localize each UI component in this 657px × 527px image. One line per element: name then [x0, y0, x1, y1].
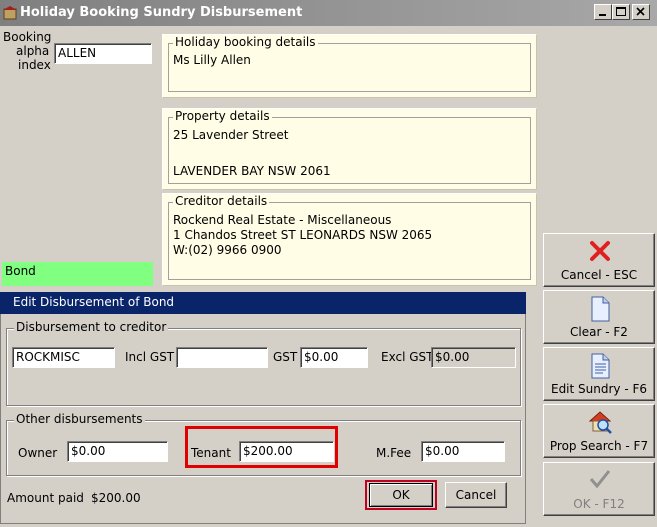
creditor-panel: Creditor details Rockend Real Estate - M…	[162, 193, 537, 286]
property-panel: Property details 25 Lavender Street LAVE…	[162, 108, 537, 190]
app-icon	[3, 6, 17, 20]
blank-document-icon	[591, 296, 610, 322]
title-bar: Holiday Booking Sundry Disbursement	[0, 0, 657, 26]
holiday-booking-group	[168, 43, 531, 92]
amount-paid-label: Amount paid	[7, 491, 84, 505]
mfee-input[interactable]: $0.00	[421, 441, 505, 462]
booking-label-line3: index	[18, 58, 51, 72]
bond-label: Bond	[2, 262, 153, 286]
minimize-button[interactable]	[594, 4, 612, 20]
property-legend: Property details	[173, 109, 272, 123]
cancel-esc-button[interactable]: Cancel - ESC	[543, 233, 655, 287]
cancel-x-icon	[590, 241, 610, 261]
prop-search-f7-label: Prop Search - F7	[549, 439, 649, 453]
booking-alpha-index-input[interactable]: ALLEN	[54, 43, 152, 64]
incl-gst-input[interactable]	[176, 347, 268, 368]
ok-f12-button[interactable]: OK - F12	[543, 462, 655, 516]
cancel-button[interactable]: Cancel	[445, 482, 507, 508]
ok-f12-label: OK - F12	[573, 497, 625, 511]
tenant-input[interactable]: $200.00	[239, 441, 334, 462]
property-suburb: LAVENDER BAY NSW 2061	[173, 164, 331, 178]
ok-button[interactable]: OK	[369, 483, 433, 507]
gst-input[interactable]: $0.00	[300, 347, 368, 368]
creditor-phone: W:(02) 9966 0900	[173, 243, 282, 257]
clear-f2-label: Clear - F2	[570, 325, 628, 339]
booking-label-line1: Booking	[3, 30, 52, 44]
close-icon	[636, 7, 645, 16]
edit-sundry-f6-label: Edit Sundry - F6	[550, 382, 648, 396]
holiday-booking-legend: Holiday booking details	[173, 35, 318, 49]
house-search-icon	[588, 411, 612, 434]
owner-label: Owner	[18, 446, 58, 460]
close-button[interactable]	[632, 4, 650, 20]
edit-document-icon	[591, 353, 610, 379]
checkmark-icon	[589, 470, 611, 489]
window-title: Holiday Booking Sundry Disbursement	[20, 5, 303, 20]
edit-disbursement-header: Edit Disbursement of Bond	[0, 292, 526, 314]
minimize-icon	[599, 14, 606, 16]
incl-gst-label: Incl GST	[125, 350, 175, 364]
creditor-code-input[interactable]: ROCKMISC	[12, 347, 115, 368]
mfee-label: M.Fee	[376, 446, 412, 460]
booking-alpha-index-label: Booking alpha index	[3, 30, 51, 72]
tenant-label: Tenant	[191, 446, 231, 460]
creditor-address: 1 Chandos Street ST LEONARDS NSW 2065	[173, 228, 433, 242]
prop-search-f7-button[interactable]: Prop Search - F7	[543, 404, 655, 458]
maximize-icon	[616, 7, 626, 16]
owner-input[interactable]: $0.00	[67, 441, 168, 462]
amount-paid-value: $200.00	[91, 491, 141, 505]
edit-sundry-f6-button[interactable]: Edit Sundry - F6	[543, 347, 655, 401]
creditor-name: Rockend Real Estate - Miscellaneous	[173, 213, 392, 227]
excl-gst-value: $0.00	[431, 347, 516, 368]
property-street: 25 Lavender Street	[173, 128, 289, 142]
clear-f2-button[interactable]: Clear - F2	[543, 290, 655, 344]
excl-gst-label: Excl GST	[381, 350, 434, 364]
disbursement-to-creditor-legend: Disbursement to creditor	[14, 320, 169, 334]
maximize-button[interactable]	[612, 4, 630, 20]
cancel-esc-label: Cancel - ESC	[560, 268, 638, 282]
holiday-booking-name: Ms Lilly Allen	[173, 53, 251, 67]
other-disbursements-legend: Other disbursements	[14, 412, 145, 426]
creditor-legend: Creditor details	[173, 194, 270, 208]
gst-label: GST	[273, 350, 298, 364]
holiday-booking-panel: Holiday booking details Ms Lilly Allen	[162, 34, 537, 98]
booking-label-line2: alpha	[16, 44, 50, 58]
